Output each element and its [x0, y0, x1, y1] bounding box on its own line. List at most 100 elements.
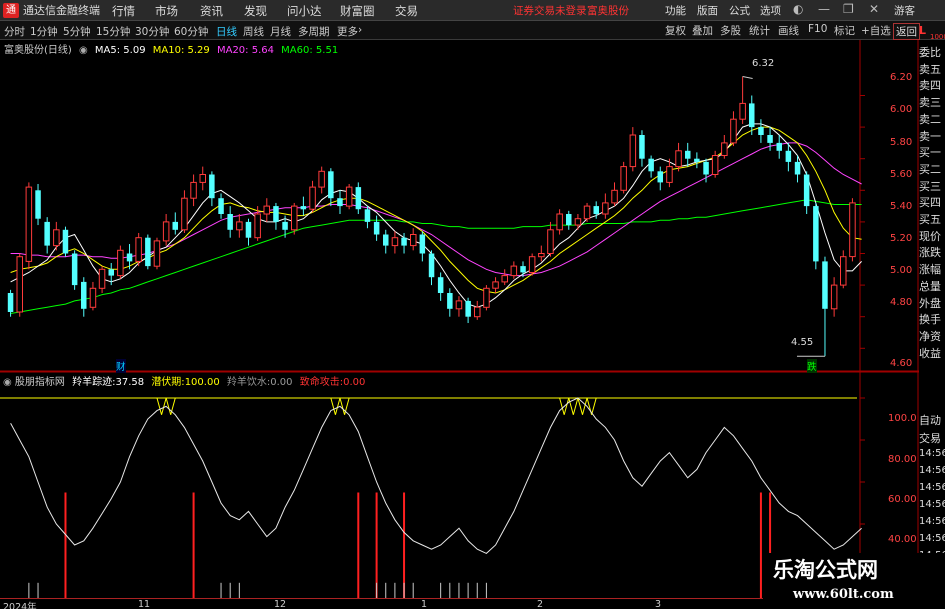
- ma10-line: [10, 126, 862, 294]
- menu-item[interactable]: 行情: [112, 3, 135, 19]
- menu-item[interactable]: 资讯: [200, 3, 223, 19]
- menu-layout[interactable]: 版面: [697, 3, 718, 18]
- candle-body: [794, 161, 801, 175]
- skin-icon[interactable]: ◐: [793, 2, 803, 16]
- candle-body: [703, 161, 709, 175]
- period-tab[interactable]: 30分钟: [135, 24, 169, 39]
- candle-body: [721, 142, 728, 157]
- candle-body: [181, 197, 188, 231]
- candle-body: [373, 221, 380, 235]
- price-axis-label: 5.60: [890, 169, 913, 180]
- add-watchlist-button[interactable]: +自选: [859, 23, 893, 38]
- candle-body: [739, 102, 746, 120]
- date-label: 2: [537, 599, 544, 609]
- period-tab[interactable]: 分时: [4, 24, 25, 39]
- menu-item[interactable]: 财富圈: [340, 3, 375, 19]
- candle-body: [419, 234, 426, 254]
- settings-icon[interactable]: ◉: [79, 45, 88, 56]
- menu-function[interactable]: 功能: [665, 3, 686, 18]
- dropdown-arrow-icon[interactable]: ›: [358, 24, 362, 36]
- candle-body: [685, 150, 691, 159]
- period-tab[interactable]: 1分钟: [30, 24, 58, 39]
- watermark-title: 乐淘公式网: [773, 557, 878, 582]
- candle-body: [483, 287, 490, 308]
- tool-fuquan-button[interactable]: 复权: [663, 23, 688, 38]
- candle-body: [383, 234, 389, 246]
- period-tab[interactable]: 60分钟: [174, 24, 208, 39]
- period-tab[interactable]: 周线: [243, 24, 264, 39]
- period-tab[interactable]: 多周期: [298, 24, 330, 39]
- candle-body: [53, 229, 60, 247]
- quote-field-label: 总量: [919, 279, 941, 293]
- candle-body: [218, 198, 224, 214]
- candle-body: [648, 158, 654, 172]
- trade-label[interactable]: 自动: [919, 412, 945, 428]
- menu-item[interactable]: 发现: [244, 3, 267, 19]
- candle-body: [556, 213, 563, 231]
- ma10-label: MA10: 5.29: [152, 45, 210, 56]
- more-periods[interactable]: 更多: [337, 24, 358, 39]
- trace-line: [10, 397, 862, 554]
- price-axis-label: 6.00: [890, 104, 913, 115]
- candle-body: [282, 221, 288, 230]
- indicator-header: ◉ 股朋指标网 羚羊踪迹:37.58 潜伏期:100.00 羚羊饮水:0.00 …: [0, 373, 365, 388]
- menu-options[interactable]: 选项: [760, 3, 781, 18]
- login-notice[interactable]: 证券交易未登录: [513, 3, 587, 18]
- trade-label[interactable]: 交易: [919, 430, 945, 446]
- settings-icon[interactable]: ◉: [3, 377, 12, 388]
- candle-body: [474, 306, 481, 318]
- candle-body: [245, 221, 252, 238]
- candle-body: [574, 218, 582, 226]
- quote-field-label: 卖二: [919, 112, 941, 126]
- restore-icon[interactable]: ❐: [843, 2, 854, 16]
- candle-body: [566, 214, 572, 226]
- trade-time: 14:56: [919, 482, 945, 493]
- quote-field-label: 涨幅: [919, 263, 941, 277]
- candle-body: [44, 221, 50, 246]
- indicator-d-label: 致命攻击:: [299, 377, 344, 388]
- candle-body: [117, 249, 124, 277]
- stock-notice[interactable]: 富奥股份: [587, 3, 629, 18]
- candle-body: [639, 135, 645, 159]
- menu-item[interactable]: 交易: [395, 3, 418, 19]
- candle-body: [318, 170, 325, 188]
- quote-field-label: 卖一: [919, 129, 941, 143]
- period-tab[interactable]: 5分钟: [63, 24, 91, 39]
- quote-field-label: 换手: [919, 313, 941, 327]
- candle-body: [730, 118, 737, 144]
- menu-item[interactable]: 市场: [155, 3, 178, 19]
- price-axis-label: 5.20: [890, 233, 913, 244]
- tool-draw-button[interactable]: 画线: [776, 23, 801, 38]
- candle-body: [227, 214, 233, 230]
- finance-mark[interactable]: 财: [116, 359, 126, 373]
- indicator-name[interactable]: 股朋指标网: [15, 377, 65, 388]
- low-price-label: 4.55: [791, 337, 814, 348]
- kline-chart[interactable]: [0, 40, 919, 598]
- candle-body: [767, 135, 773, 143]
- menu-formula[interactable]: 公式: [729, 3, 750, 18]
- trade-time: 14:56: [919, 448, 945, 459]
- period-tab[interactable]: 月线: [270, 24, 291, 39]
- tool-stats-button[interactable]: 统计: [747, 23, 772, 38]
- close-icon[interactable]: ✕: [869, 2, 879, 16]
- stock-info-line: 富奥股份(日线) ◉ MA5: 5.09 MA10: 5.29 MA20: 5.…: [0, 41, 342, 56]
- period-tab[interactable]: 15分钟: [96, 24, 130, 39]
- tool-multistock-button[interactable]: 多股: [718, 23, 743, 38]
- stock-name[interactable]: 富奥股份(日线): [4, 45, 72, 56]
- tool-f10-button[interactable]: F10: [806, 23, 829, 35]
- tool-mark-button[interactable]: 标记: [832, 23, 857, 38]
- candle-body: [410, 234, 417, 247]
- candle-body: [593, 206, 599, 214]
- guest-label[interactable]: 游客: [894, 3, 915, 18]
- price-axis-label: 5.00: [890, 265, 913, 276]
- period-tab-daily[interactable]: 日线: [216, 24, 237, 39]
- quote-field-label: 卖三: [919, 96, 941, 110]
- menu-item[interactable]: 问小达: [287, 3, 322, 19]
- back-button[interactable]: 返回: [893, 23, 920, 40]
- date-label: 11: [138, 599, 151, 609]
- tool-overlay-button[interactable]: 叠加: [690, 23, 715, 38]
- drop-mark[interactable]: 跌: [807, 359, 817, 373]
- indicator-a-value: 37.58: [115, 377, 145, 388]
- minimize-icon[interactable]: —: [818, 2, 830, 16]
- candle-body: [328, 171, 334, 199]
